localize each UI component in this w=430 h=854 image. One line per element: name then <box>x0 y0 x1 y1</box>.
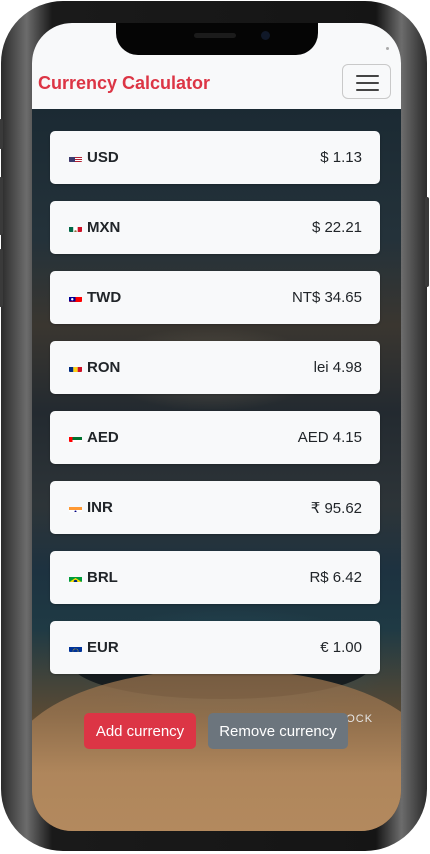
currency-value: NT$ 34.65 <box>291 289 362 306</box>
volume-up-button <box>0 177 3 235</box>
currency-code: MXN <box>87 219 121 236</box>
bg-floor <box>32 669 401 831</box>
currency-code: TWD <box>87 289 122 306</box>
ae-flag-icon <box>69 433 82 442</box>
tw-flag-icon <box>69 293 82 302</box>
currency-code: USD <box>87 149 119 166</box>
menu-toggle-button[interactable] <box>342 64 391 99</box>
currency-card-usd[interactable]: USD $ 1.13 <box>50 131 380 184</box>
currency-code: INR <box>87 499 113 516</box>
currency-value: € 1.00 <box>320 639 362 656</box>
currency-card-mxn[interactable]: MXN $ 22.21 <box>50 201 380 254</box>
currency-value: $ 1.13 <box>320 149 362 166</box>
phone-frame: Currency Calculator K STOCK USD $ 1.13 <box>0 1 429 851</box>
currency-code: EUR <box>87 639 119 656</box>
phone-screen: Currency Calculator K STOCK USD $ 1.13 <box>32 23 401 831</box>
currency-card-aed[interactable]: AED AED 4.15 <box>50 411 380 464</box>
currency-code: BRL <box>87 569 118 586</box>
currency-value: R$ 6.42 <box>309 569 362 586</box>
mx-flag-icon <box>69 223 82 232</box>
add-currency-button[interactable]: Add currency <box>84 713 196 749</box>
ro-flag-icon <box>69 363 82 372</box>
eu-flag-icon <box>69 643 82 652</box>
in-flag-icon <box>69 503 82 512</box>
currency-card-twd[interactable]: TWD NT$ 34.65 <box>50 271 380 324</box>
currency-card-brl[interactable]: BRL R$ 6.42 <box>50 551 380 604</box>
status-dot <box>386 47 389 50</box>
currency-value: lei 4.98 <box>313 359 362 376</box>
currency-code: AED <box>87 429 119 446</box>
mute-switch <box>0 119 3 149</box>
currency-value: AED 4.15 <box>297 429 362 446</box>
volume-down-button <box>0 249 3 307</box>
speaker-grille <box>194 33 236 38</box>
navbar-brand[interactable]: Currency Calculator <box>38 73 210 94</box>
remove-currency-button[interactable]: Remove currency <box>208 713 348 749</box>
currency-list: USD $ 1.13 MXN $ 22.21 TWD NT$ 34.65 RON… <box>50 131 380 691</box>
br-flag-icon <box>69 573 82 582</box>
power-button <box>425 197 429 287</box>
us-flag-icon <box>69 153 82 162</box>
currency-value: $ 22.21 <box>311 219 362 236</box>
currency-card-ron[interactable]: RON lei 4.98 <box>50 341 380 394</box>
currency-card-eur[interactable]: EUR € 1.00 <box>50 621 380 674</box>
currency-card-inr[interactable]: INR ₹ 95.62 <box>50 481 380 534</box>
front-camera <box>261 31 270 40</box>
currency-code: RON <box>87 359 121 376</box>
notch <box>116 23 318 55</box>
currency-value: ₹ 95.62 <box>310 500 362 517</box>
